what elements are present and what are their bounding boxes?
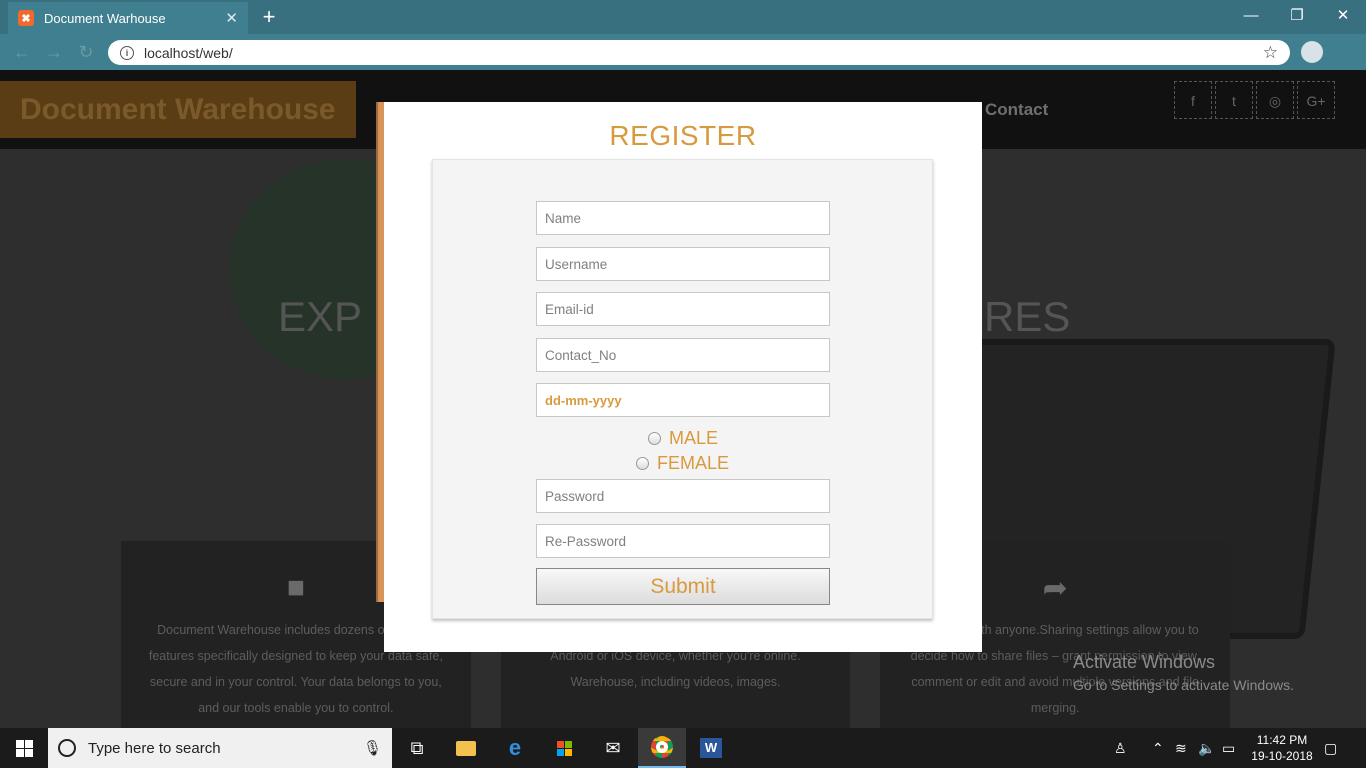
bookmark-star-icon[interactable]: ☆ [1263, 43, 1278, 63]
female-radio[interactable] [636, 457, 649, 470]
clock-date: 19-10-2018 [1251, 749, 1313, 763]
gender-male-option[interactable]: MALE [648, 428, 718, 449]
tab-title: Document Warhouse [44, 10, 166, 26]
submit-button[interactable]: Submit [536, 568, 830, 605]
modal-title: REGISTER [609, 120, 757, 151]
file-explorer-icon[interactable] [442, 728, 490, 768]
action-center-icon[interactable]: ▢ [1324, 728, 1337, 768]
repassword-input[interactable] [536, 524, 830, 558]
browser-tab-bar: ✖ Document Warhouse ✕ + — ❐ ✕ [0, 0, 1366, 34]
browser-tab[interactable]: ✖ Document Warhouse ✕ [8, 2, 248, 34]
activation-title: Activate Windows [1073, 652, 1216, 672]
word-icon[interactable]: W [687, 728, 735, 768]
forward-icon[interactable]: → [44, 42, 64, 62]
xampp-favicon-icon: ✖ [18, 10, 34, 26]
male-label: MALE [669, 428, 719, 448]
twitter-icon[interactable]: t [1215, 81, 1253, 119]
hero-heading-right: RES [984, 293, 1071, 340]
reload-icon[interactable]: ↻ [76, 42, 96, 62]
site-brand[interactable]: Document Warehouse [0, 81, 356, 138]
hero-heading-left: EXP [278, 293, 363, 340]
taskbar-clock[interactable]: 11:42 PM 19-10-2018 [1250, 732, 1314, 764]
email-input[interactable] [536, 292, 830, 326]
windows-taskbar: Type here to search 🎙 ⧉ e ✉ W ♙ ⌃ ≋ 🔈 ▭ … [0, 728, 1366, 768]
url-bar[interactable]: i localhost/web/ ☆ [108, 40, 1290, 65]
task-view-icon[interactable]: ⧉ [393, 728, 441, 768]
profile-avatar[interactable] [1301, 41, 1323, 63]
male-radio[interactable] [648, 432, 661, 445]
search-placeholder[interactable]: Type here to search [88, 740, 363, 757]
username-input[interactable] [536, 247, 830, 281]
activation-subtitle: Go to Settings to activate Windows. [1073, 677, 1294, 693]
start-button[interactable] [0, 728, 48, 768]
minimize-button[interactable]: — [1228, 2, 1274, 30]
edge-icon[interactable]: e [491, 728, 539, 768]
chrome-icon[interactable] [638, 728, 686, 768]
people-icon[interactable]: ♙ [1114, 728, 1127, 768]
back-icon[interactable]: ← [12, 42, 32, 62]
female-label: FEMALE [657, 453, 730, 473]
contact-input[interactable] [536, 338, 830, 372]
tab-close-icon[interactable]: ✕ [225, 9, 238, 27]
clock-time: 11:42 PM [1256, 733, 1308, 747]
gender-female-option[interactable]: FEMALE [636, 453, 729, 474]
url-text[interactable]: localhost/web/ [144, 45, 1263, 61]
mail-icon[interactable]: ✉ [589, 728, 637, 768]
site-info-icon[interactable]: i [120, 45, 134, 60]
register-modal: REGISTER MALE FEMALE Submit [384, 102, 982, 652]
battery-icon[interactable]: ▭ [1222, 728, 1235, 768]
new-tab-button[interactable]: + [256, 5, 282, 29]
name-input[interactable] [536, 201, 830, 235]
nav-contact-link[interactable]: Contact [985, 100, 1048, 120]
instagram-icon[interactable]: ◎ [1256, 81, 1294, 119]
register-form: MALE FEMALE Submit [432, 159, 933, 619]
windows-activation-watermark: Activate Windows Go to Settings to activ… [1073, 652, 1294, 693]
show-hidden-icons[interactable]: ⌃ [1152, 728, 1164, 768]
wifi-icon[interactable]: ≋ [1175, 728, 1187, 768]
restore-button[interactable]: ❐ [1274, 2, 1320, 30]
facebook-icon[interactable]: f [1174, 81, 1212, 119]
google-plus-icon[interactable]: G+ [1297, 81, 1335, 119]
microphone-icon[interactable]: 🎙 [363, 739, 382, 757]
store-icon[interactable] [540, 728, 588, 768]
brand-text: Document Warehouse [20, 93, 336, 126]
taskbar-search[interactable]: Type here to search 🎙 [48, 728, 392, 768]
password-input[interactable] [536, 479, 830, 513]
close-window-button[interactable]: ✕ [1320, 2, 1366, 30]
volume-icon[interactable]: 🔈 [1198, 728, 1215, 768]
dob-input[interactable] [536, 383, 830, 417]
windows-logo-icon [15, 739, 33, 757]
cortana-icon [58, 739, 76, 757]
